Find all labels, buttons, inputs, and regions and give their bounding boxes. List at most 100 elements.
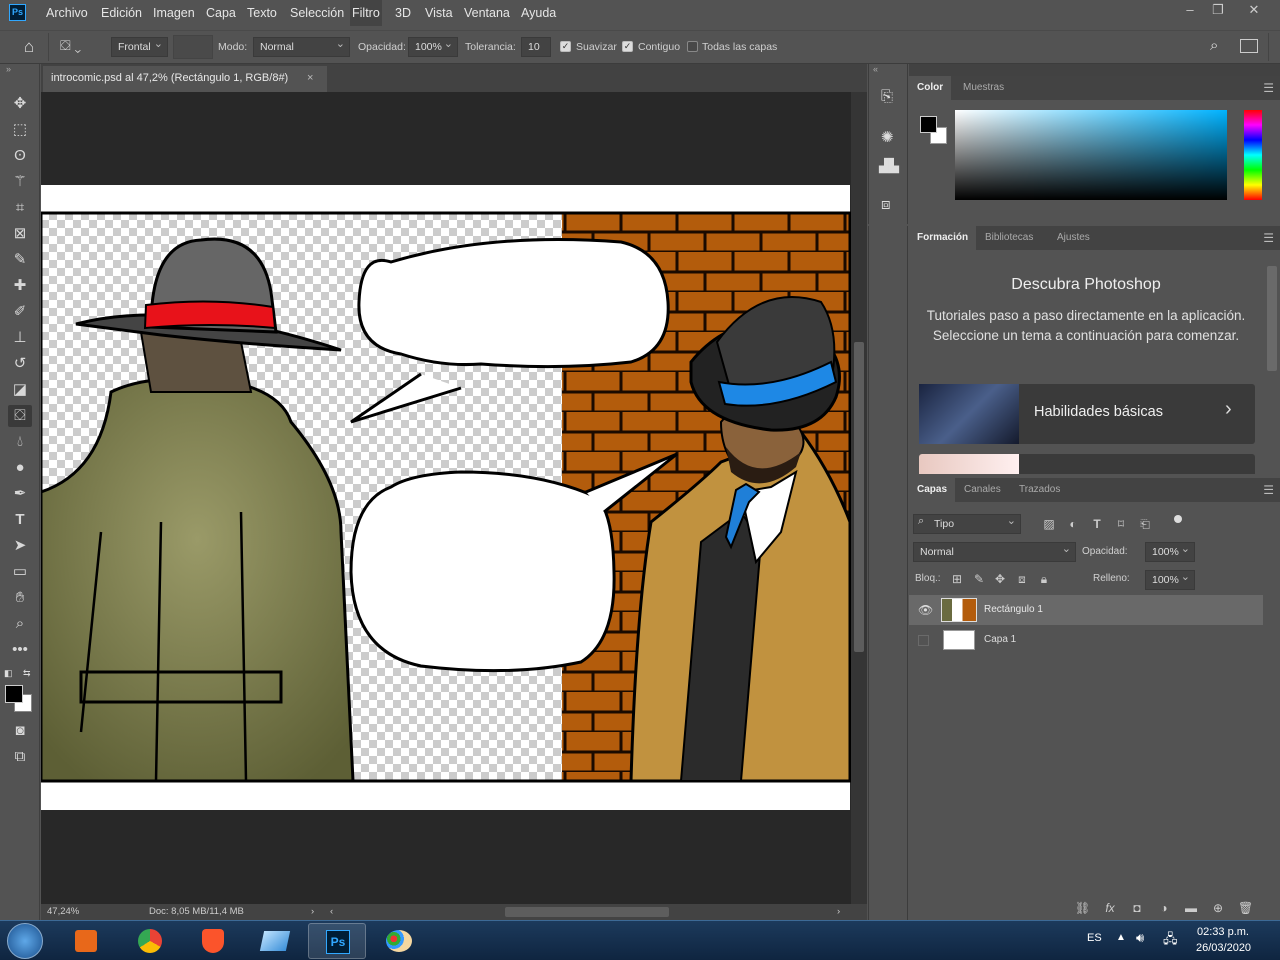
learn-scrollbar[interactable] — [1267, 266, 1277, 371]
crop-tool-icon[interactable]: ⌗ — [8, 197, 32, 219]
scroll-left-icon[interactable]: ‹ — [330, 904, 333, 920]
blur-tool-icon[interactable]: 💧︎ — [8, 431, 32, 453]
properties-panel-icon[interactable]: ⧈ — [881, 196, 891, 213]
history-panel-icon[interactable]: ⎘ — [881, 88, 893, 105]
lock-artboard-icon[interactable]: ⧈ — [1015, 572, 1029, 586]
lasso-tool-icon[interactable]: ʘ — [8, 145, 32, 167]
move-tool-icon[interactable]: ✥ — [8, 93, 32, 115]
tutorial-card[interactable]: Habilidades básicas › — [919, 384, 1255, 444]
type-tool-icon[interactable]: T — [8, 509, 32, 531]
hand-tool-icon[interactable]: ✋︎ — [8, 587, 32, 609]
dodge-tool-icon[interactable]: ● — [8, 457, 32, 479]
tolerance-input[interactable]: 10 — [521, 37, 551, 57]
lock-all-icon[interactable]: 🔒︎ — [1037, 572, 1051, 586]
zoom-level[interactable]: 47,24% — [47, 904, 79, 920]
adjustment-filter-icon[interactable]: ◐ — [1066, 517, 1080, 531]
layer-filter-select[interactable]: Tipo — [913, 512, 1021, 534]
menu-imagen[interactable]: Imagen — [151, 0, 197, 26]
lock-transparency-icon[interactable]: ⊞ — [950, 572, 964, 586]
lock-pixels-icon[interactable]: ✎ — [972, 572, 986, 586]
workspace-icon[interactable] — [1240, 39, 1258, 53]
scrollbar-thumb[interactable] — [854, 342, 864, 652]
search-icon[interactable]: ⌕ — [1210, 37, 1228, 57]
horizontal-scrollbar-thumb[interactable] — [505, 907, 669, 917]
contiguous-checkbox[interactable]: ✓ — [622, 41, 633, 52]
new-group-icon[interactable]: ▬ — [1184, 901, 1198, 915]
taskbar-photoshop[interactable]: Ps — [308, 923, 366, 959]
path-selection-tool-icon[interactable]: ➤ — [8, 535, 32, 557]
more-tools-icon[interactable]: ••• — [8, 639, 32, 661]
history-brush-tool-icon[interactable]: ↺ — [8, 353, 32, 375]
eyedropper-tool-icon[interactable]: ✎ — [8, 249, 32, 271]
clone-stamp-tool-icon[interactable]: ⊥ — [8, 327, 32, 349]
hue-slider[interactable] — [1244, 110, 1262, 200]
taskbar-app[interactable] — [246, 923, 304, 959]
marquee-tool-icon[interactable]: ⬚ — [8, 119, 32, 141]
zoom-tool-icon[interactable]: ⌕ — [8, 613, 32, 635]
menu-capa[interactable]: Capa — [204, 0, 238, 26]
add-mask-icon[interactable]: ◘ — [1130, 901, 1144, 915]
eye-icon[interactable]: 👁︎ — [918, 595, 933, 625]
blend-mode-select[interactable]: Normal — [913, 540, 1076, 562]
color-fg-swatch[interactable] — [920, 116, 937, 133]
actions-panel-icon[interactable]: ✺ — [881, 128, 894, 146]
screen-mode-icon[interactable]: ⧉ — [8, 746, 32, 768]
restore-button[interactable]: ❐ — [1203, 0, 1233, 22]
healing-brush-tool-icon[interactable]: ✚ — [8, 275, 32, 297]
tab-libraries[interactable]: Bibliotecas — [977, 226, 1041, 250]
minimize-button[interactable]: – — [1175, 0, 1205, 22]
filter-toggle-icon[interactable] — [1174, 515, 1182, 523]
fill-input[interactable]: 100% — [1145, 568, 1195, 590]
layer-row[interactable]: Capa 1 — [909, 625, 1263, 655]
menu-ayuda[interactable]: Ayuda — [519, 0, 558, 26]
foreground-color-swatch[interactable] — [5, 685, 23, 703]
language-indicator[interactable]: ES — [1087, 932, 1102, 944]
tab-paths[interactable]: Trazados — [1011, 478, 1068, 502]
rectangle-tool-icon[interactable]: ▭ — [8, 561, 32, 583]
menu-ventana[interactable]: Ventana — [462, 0, 512, 26]
panel-menu-icon[interactable]: ☰ — [1263, 478, 1274, 502]
tutorial-card-2[interactable] — [919, 454, 1255, 474]
tab-swatches[interactable]: Muestras — [955, 76, 1012, 100]
fill-source-select[interactable]: Frontal — [111, 35, 168, 57]
taskbar-paint[interactable] — [370, 923, 428, 959]
fx-icon[interactable]: fx — [1103, 901, 1117, 915]
quick-mask-icon[interactable]: ◙ — [8, 720, 32, 742]
layer-name[interactable]: Capa 1 — [984, 625, 1016, 655]
visibility-toggle-off[interactable] — [918, 635, 929, 646]
frame-tool-icon[interactable]: ⊠ — [8, 223, 32, 245]
eraser-tool-icon[interactable]: ◪ — [8, 379, 32, 401]
brush-tool-icon[interactable]: ✐ — [8, 301, 32, 323]
status-menu-icon[interactable]: › — [311, 904, 314, 920]
start-button[interactable] — [7, 923, 43, 959]
panel-menu-icon[interactable]: ☰ — [1263, 226, 1274, 250]
taskbar-media-player[interactable] — [57, 923, 115, 959]
trash-icon[interactable]: 🗑︎ — [1238, 901, 1253, 915]
lock-position-icon[interactable]: ✥ — [993, 572, 1007, 586]
canvas-area[interactable] — [39, 92, 852, 904]
tab-channels[interactable]: Canales — [956, 478, 1009, 502]
menu-vista[interactable]: Vista — [423, 0, 455, 26]
all-layers-checkbox[interactable] — [687, 41, 698, 52]
clock-time[interactable]: 02:33 p.m. — [1197, 926, 1249, 938]
magic-wand-tool-icon[interactable]: ⚚ — [8, 171, 32, 193]
close-tab-icon[interactable]: × — [307, 66, 313, 90]
clock-date[interactable]: 26/03/2020 — [1196, 942, 1251, 954]
menu-archivo[interactable]: Archivo — [44, 0, 90, 26]
paint-bucket-preset-icon[interactable]: ⛋ ⌄ — [60, 37, 96, 57]
mode-select[interactable]: Normal — [253, 35, 350, 57]
menu-edicion[interactable]: Edición — [99, 0, 144, 26]
home-icon[interactable]: ⌂ — [18, 36, 40, 58]
close-window-button[interactable]: ✕ — [1236, 0, 1272, 22]
pattern-picker[interactable] — [173, 35, 213, 59]
vertical-scrollbar[interactable] — [851, 92, 867, 904]
expand-icon[interactable]: « — [869, 64, 909, 76]
smart-object-filter-icon[interactable]: ⎗ — [1138, 517, 1152, 531]
swap-colors-icon[interactable]: ⇆ — [23, 668, 31, 679]
layer-opacity-input[interactable]: 100% — [1145, 540, 1195, 562]
menu-3d[interactable]: 3D — [393, 0, 413, 26]
pen-tool-icon[interactable]: ✒ — [8, 483, 32, 505]
menu-texto[interactable]: Texto — [245, 0, 279, 26]
menu-seleccion[interactable]: Selección — [288, 0, 346, 26]
taskbar-chrome[interactable] — [121, 923, 179, 959]
